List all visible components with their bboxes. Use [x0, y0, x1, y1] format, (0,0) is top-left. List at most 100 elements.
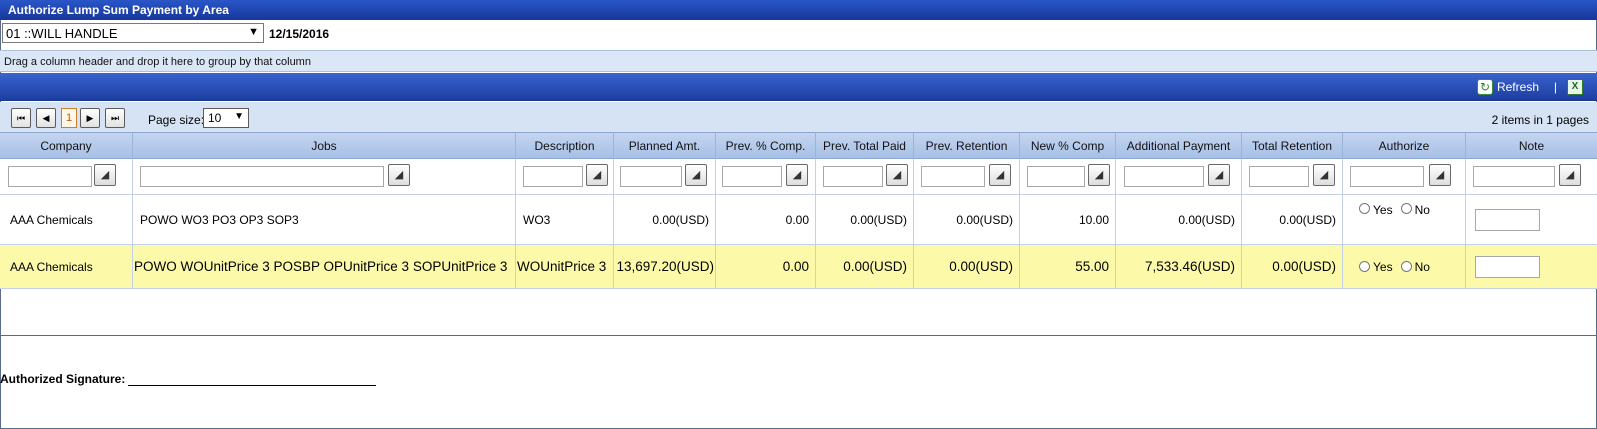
authorize-no-radio[interactable]: [1400, 203, 1412, 214]
filter-input[interactable]: [1350, 166, 1424, 187]
filter-icon[interactable]: ◢: [886, 164, 908, 186]
filter-input[interactable]: [8, 166, 92, 187]
cell-prev-total-paid: 0.00(USD): [816, 245, 914, 288]
filter-icon[interactable]: ◢: [388, 164, 410, 186]
area-select-value: 01 ::WILL HANDLE: [6, 26, 118, 41]
cell-additional-payment: 0.00(USD): [1116, 195, 1242, 244]
column-header-description[interactable]: Description: [516, 133, 614, 160]
chevron-down-icon: ▼: [234, 111, 244, 122]
cell-description: WO3: [516, 195, 614, 244]
filter-icon[interactable]: ◢: [1429, 164, 1451, 186]
column-header-jobs[interactable]: Jobs: [133, 133, 516, 160]
filter-icon[interactable]: ◢: [1208, 164, 1230, 186]
window-title: Authorize Lump Sum Payment by Area: [0, 0, 1597, 20]
refresh-label: Refresh: [1496, 80, 1539, 94]
authorize-no-label: No: [1414, 259, 1430, 274]
column-header-new-pct-comp[interactable]: New % Comp: [1020, 133, 1116, 160]
filter-cell-prev-pct-comp: ◢: [716, 159, 816, 195]
authorize-yes-label: Yes: [1373, 259, 1393, 274]
filter-icon[interactable]: ◢: [786, 164, 808, 186]
authorize-yes-label: Yes: [1373, 203, 1393, 217]
signature-line: Authorized Signature:: [0, 372, 377, 386]
grid-empty-area: [0, 290, 1597, 336]
cell-note: [1466, 245, 1597, 288]
filter-cell-prev-total-paid: ◢: [816, 159, 914, 195]
cell-prev-total-paid: 0.00(USD): [816, 195, 914, 244]
cell-new-pct-comp: 10.00: [1020, 195, 1116, 244]
page-size-select[interactable]: 10 ▼: [203, 108, 249, 128]
cell-authorize: Yes No: [1343, 245, 1466, 288]
filter-icon[interactable]: ◢: [1088, 164, 1110, 186]
filter-icon[interactable]: ◢: [1559, 164, 1581, 186]
cell-prev-pct-comp: 0.00: [716, 245, 816, 288]
filter-input[interactable]: [620, 166, 682, 187]
signature-underline: [128, 385, 377, 386]
signature-label: Authorized Signature:: [0, 372, 126, 386]
filter-icon[interactable]: ◢: [989, 164, 1011, 186]
filter-icon[interactable]: ◢: [685, 164, 707, 186]
page-number-current[interactable]: 1: [61, 108, 77, 128]
next-page-button[interactable]: ▶: [80, 108, 100, 128]
refresh-icon: ↻: [1476, 79, 1493, 95]
cell-planned-amt: 0.00(USD): [614, 195, 716, 244]
filter-input[interactable]: [1027, 166, 1085, 187]
page-size-label: Page size:: [148, 113, 205, 127]
group-by-panel[interactable]: Drag a column header and drop it here to…: [0, 50, 1597, 72]
column-header-note[interactable]: Note: [1466, 133, 1597, 160]
filter-icon[interactable]: ◢: [94, 164, 116, 186]
filter-input[interactable]: [1473, 166, 1555, 187]
column-header-prev-total-paid[interactable]: Prev. Total Paid: [816, 133, 914, 160]
export-excel-icon[interactable]: X: [1567, 79, 1583, 95]
filter-cell-description: ◢: [516, 159, 614, 195]
filter-bar: 01 ::WILL HANDLE ▼ 12/15/2016: [0, 22, 1597, 48]
authorize-no-label: No: [1414, 203, 1430, 217]
last-page-button[interactable]: ⏭: [105, 108, 125, 128]
cell-prev-retention: 0.00(USD): [914, 195, 1020, 244]
cell-company: AAA Chemicals: [0, 195, 133, 244]
filter-input[interactable]: [140, 166, 384, 187]
filter-cell-prev-retention: ◢: [914, 159, 1020, 195]
table-row[interactable]: AAA Chemicals POWO WOUnitPrice 3 POSBP O…: [0, 245, 1597, 289]
filter-cell-planned-amt: ◢: [614, 159, 716, 195]
toolbar-separator: |: [1553, 80, 1557, 94]
cell-total-retention: 0.00(USD): [1242, 245, 1343, 288]
refresh-button[interactable]: ↻ Refresh: [1476, 79, 1539, 95]
column-header-company[interactable]: Company: [0, 133, 133, 160]
cell-description: WOUnitPrice 3: [516, 245, 614, 288]
column-header-prev-retention[interactable]: Prev. Retention: [914, 133, 1020, 160]
items-info: 2 items in 1 pages: [1491, 113, 1589, 127]
filter-icon[interactable]: ◢: [1313, 164, 1335, 186]
filter-cell-note: ◢: [1466, 159, 1597, 195]
authorize-yes-radio[interactable]: [1359, 261, 1370, 272]
cell-additional-payment: 7,533.46(USD): [1116, 245, 1242, 288]
filter-input[interactable]: [523, 166, 583, 187]
date-label: 12/15/2016: [269, 27, 330, 41]
cell-planned-amt: 13,697.20(USD): [614, 245, 716, 288]
prev-page-button[interactable]: ◀: [36, 108, 56, 128]
cell-company: AAA Chemicals: [0, 245, 133, 288]
authorize-no-radio[interactable]: [1400, 261, 1412, 272]
area-select[interactable]: 01 ::WILL HANDLE ▼: [2, 23, 264, 43]
filter-input[interactable]: [823, 166, 883, 187]
filter-cell-company: ◢: [0, 159, 133, 195]
column-header-prev-pct-comp[interactable]: Prev. % Comp.: [716, 133, 816, 160]
table-row[interactable]: AAA Chemicals POWO WO3 PO3 OP3 SOP3 WO3 …: [0, 195, 1597, 245]
column-header-authorize[interactable]: Authorize: [1343, 133, 1466, 160]
note-input[interactable]: [1475, 209, 1540, 231]
filter-input[interactable]: [921, 166, 985, 187]
filter-input[interactable]: [1249, 166, 1309, 187]
first-page-button[interactable]: ⏮: [11, 108, 31, 128]
filter-icon[interactable]: ◢: [586, 164, 608, 186]
column-header-additional-payment[interactable]: Additional Payment: [1116, 133, 1242, 160]
cell-prev-pct-comp: 0.00: [716, 195, 816, 244]
cell-note: [1466, 195, 1597, 244]
column-header-total-retention[interactable]: Total Retention: [1242, 133, 1343, 160]
filter-cell-new-pct-comp: ◢: [1020, 159, 1116, 195]
filter-input[interactable]: [1124, 166, 1204, 187]
column-header-planned-amt[interactable]: Planned Amt.: [614, 133, 716, 160]
filter-input[interactable]: [722, 166, 782, 187]
authorize-yes-radio[interactable]: [1359, 203, 1370, 214]
pager: ⏮ ◀ 1 ▶ ⏭ Page size: 10 ▼ 2 items in 1 p…: [0, 102, 1597, 132]
note-input[interactable]: [1475, 256, 1540, 278]
chevron-down-icon: ▼: [248, 26, 259, 38]
